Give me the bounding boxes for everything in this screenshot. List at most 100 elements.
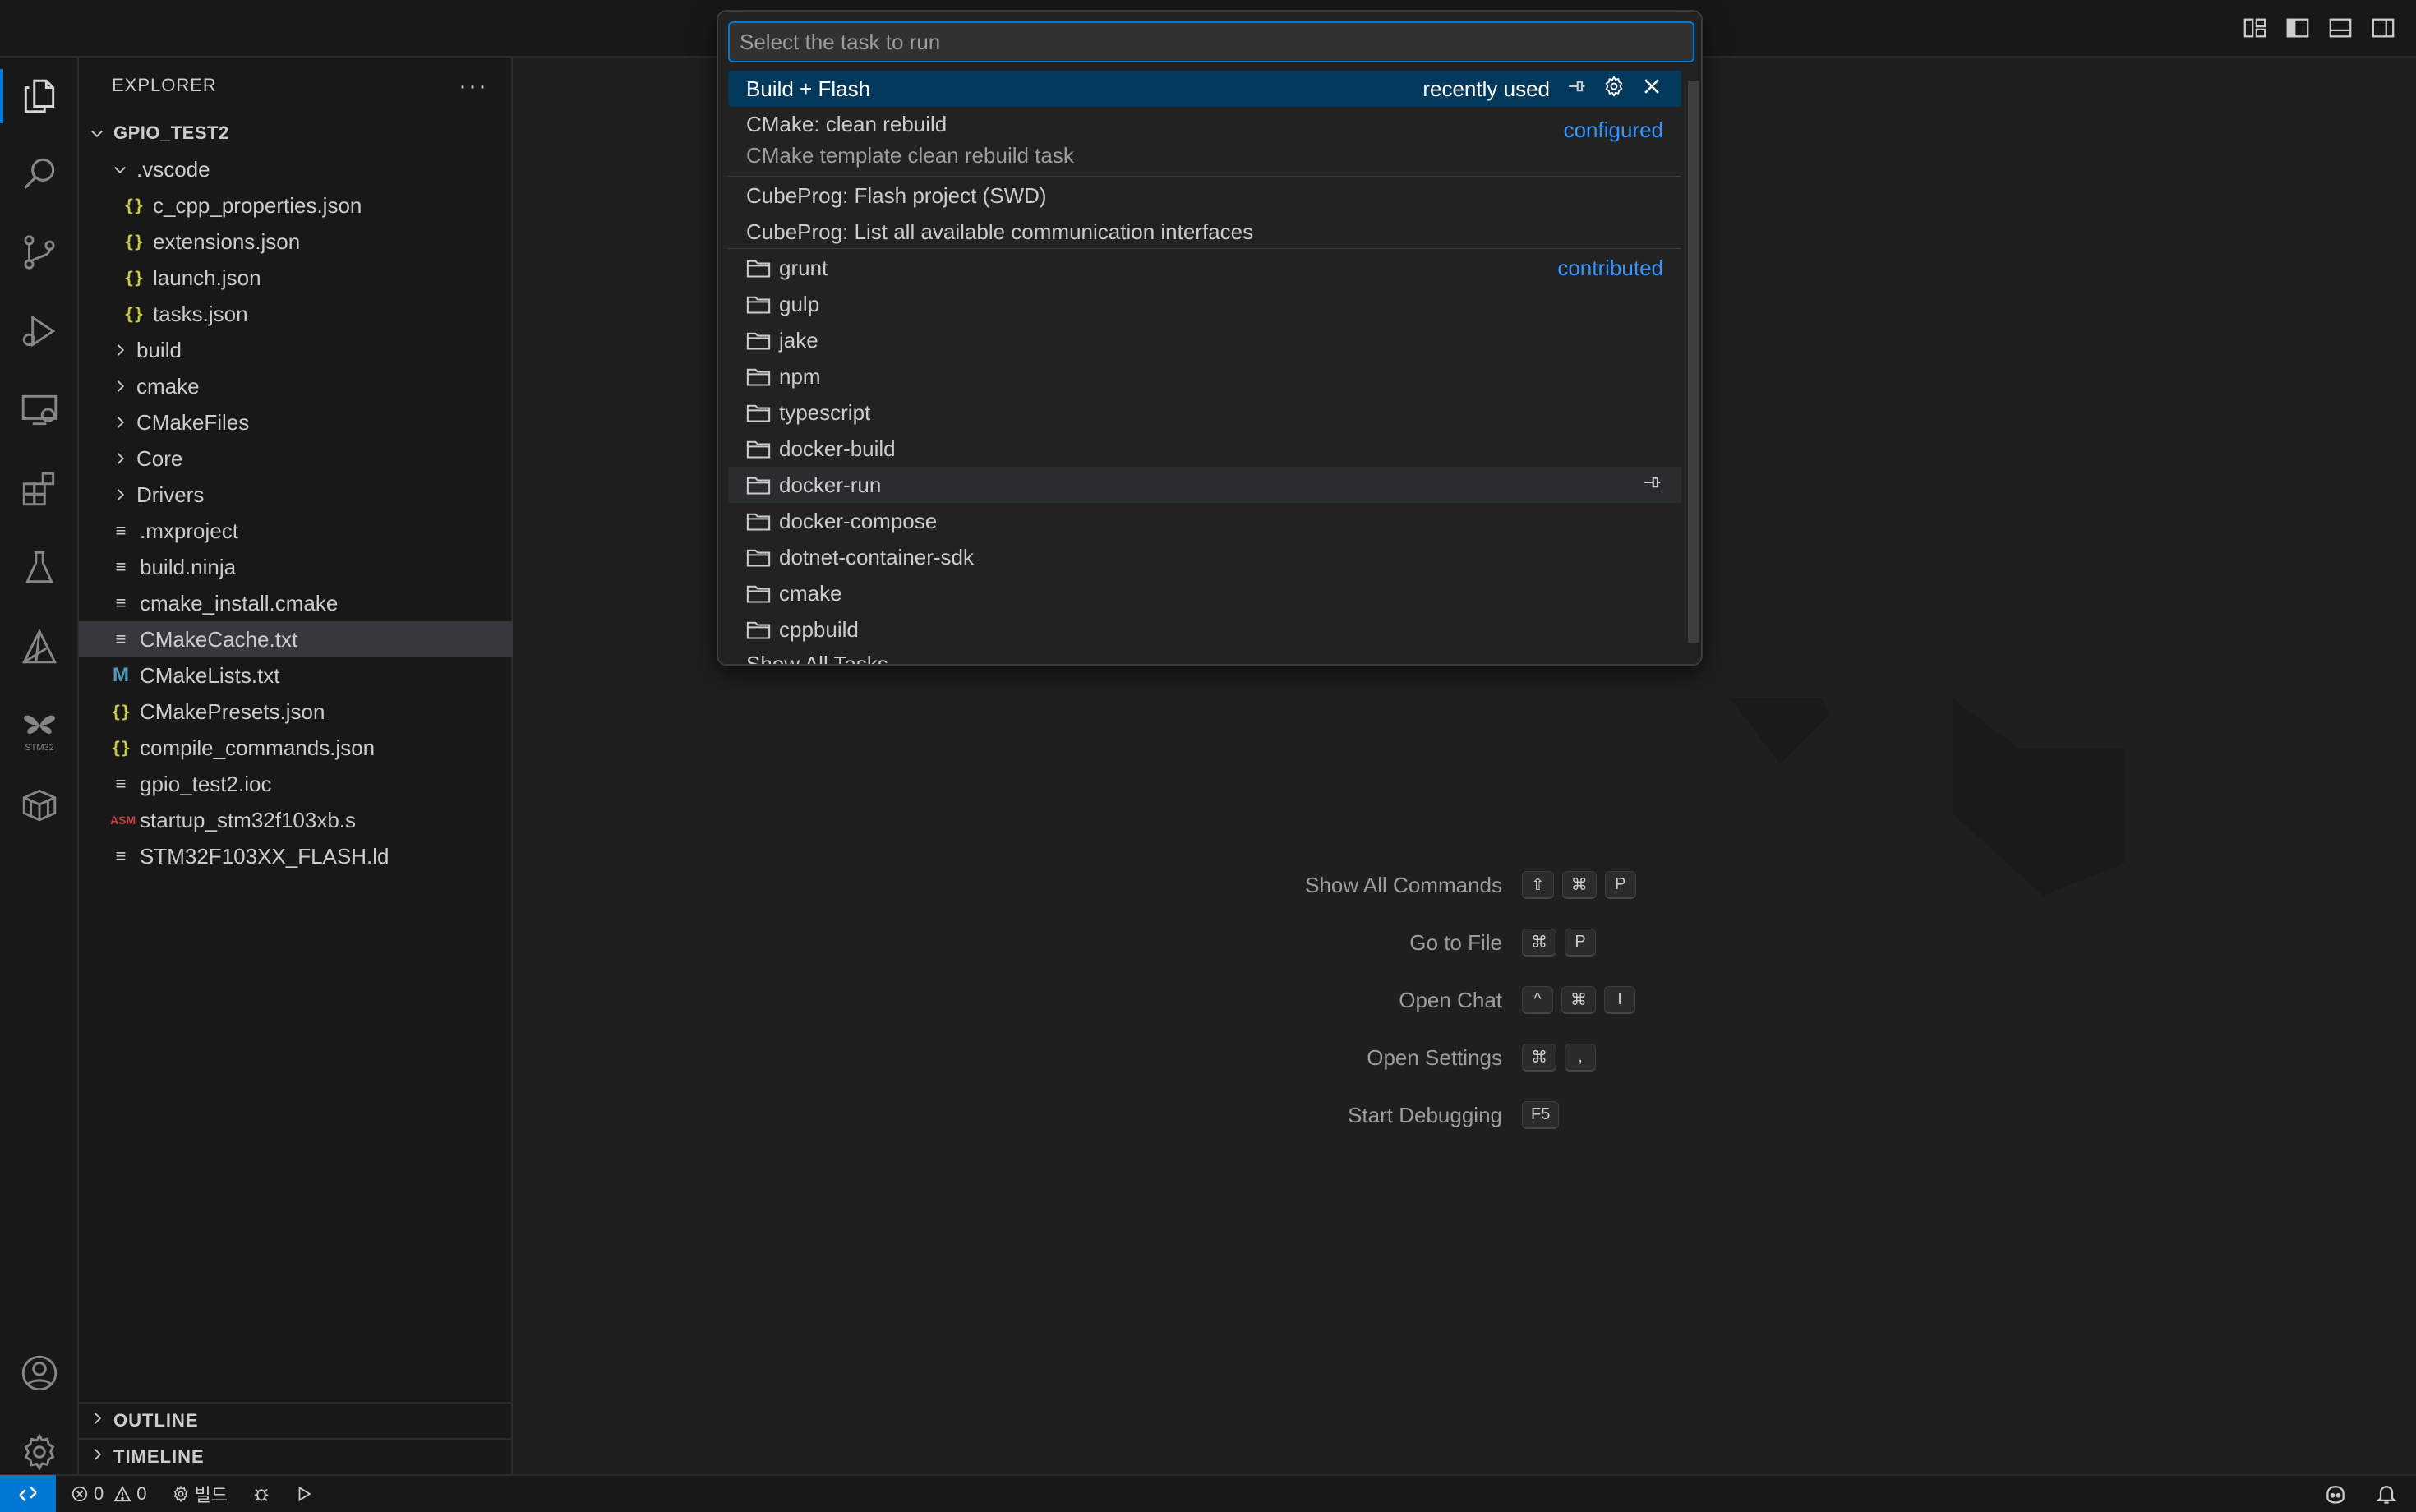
toggle-panel-icon[interactable]: [2326, 13, 2355, 43]
folder-icon: [746, 366, 771, 386]
tree-item[interactable]: {} CMakePresets.json: [79, 694, 513, 730]
tree-item[interactable]: {} compile_commands.json: [79, 730, 513, 766]
pin-icon[interactable]: [1565, 75, 1588, 104]
tree-item[interactable]: ≡ gpio_test2.ioc: [79, 766, 513, 802]
shortcut-keys: F5: [1522, 1101, 1560, 1129]
task-list-scrollbar[interactable]: [1688, 81, 1699, 643]
tree-item[interactable]: ≡ CMakeCache.txt: [79, 621, 513, 657]
task-item[interactable]: docker-run: [728, 467, 1681, 503]
stm32-icon[interactable]: STM32: [0, 689, 79, 763]
explorer-icon[interactable]: [0, 59, 79, 133]
shortcut-keys: ^ ⌘ I: [1522, 986, 1635, 1014]
shortcut-label: Start Debugging: [1348, 1102, 1502, 1127]
task-label: npm: [779, 363, 821, 389]
source-control-icon[interactable]: [0, 215, 79, 289]
task-search-input[interactable]: [728, 21, 1694, 62]
remote-indicator-icon[interactable]: [0, 1475, 56, 1512]
folder-icon: [746, 511, 771, 531]
debug-button[interactable]: [252, 1485, 270, 1503]
task-item[interactable]: gulp: [728, 286, 1681, 322]
tree-item[interactable]: Core: [79, 440, 513, 477]
task-item-actions: contributed: [1557, 250, 1663, 286]
tree-item[interactable]: ≡ cmake_install.cmake: [79, 585, 513, 621]
task-item[interactable]: grunt contributed: [728, 250, 1681, 286]
task-item[interactable]: Show All Tasks...: [728, 646, 1681, 665]
pin-icon[interactable]: [1640, 471, 1663, 500]
keycap: ⌘: [1561, 986, 1596, 1014]
task-item[interactable]: typescript: [728, 394, 1681, 431]
copilot-icon[interactable]: [2324, 1482, 2347, 1505]
run-button[interactable]: [295, 1485, 313, 1503]
task-item[interactable]: dotnet-container-sdk: [728, 539, 1681, 575]
gear-icon: [173, 1485, 187, 1503]
notifications-bell-icon[interactable]: [2375, 1482, 2398, 1505]
tree-item[interactable]: cmake: [79, 368, 513, 404]
build-label: 빌드: [194, 1485, 228, 1505]
cmake-icon[interactable]: [0, 610, 79, 684]
task-label: docker-build: [779, 436, 896, 461]
extensions-icon[interactable]: [0, 452, 79, 526]
folder-icon: [746, 330, 771, 350]
task-item[interactable]: CMake: clean rebuild CMake template clean…: [728, 108, 1681, 174]
more-actions-icon[interactable]: ···: [459, 72, 488, 100]
tree-item[interactable]: {} extensions.json: [79, 224, 513, 260]
accounts-icon[interactable]: [0, 1336, 79, 1410]
task-label: jake: [779, 327, 818, 353]
timeline-section[interactable]: TIMELINE: [79, 1438, 513, 1474]
tree-item-label: .mxproject: [140, 518, 238, 543]
tree-item-label: CMakeFiles: [136, 409, 250, 435]
bug-icon: [254, 1488, 269, 1501]
remote-explorer-icon[interactable]: [0, 373, 79, 447]
task-item[interactable]: cppbuild: [728, 611, 1681, 648]
shortcut-label: Open Chat: [1399, 987, 1502, 1012]
tree-item[interactable]: ≡ build.ninja: [79, 549, 513, 585]
shortcut-hint: Open Chat ^ ⌘ I: [1239, 986, 1635, 1014]
workspace-root[interactable]: GPIO_TEST2: [79, 115, 513, 151]
outline-section[interactable]: OUTLINE: [79, 1402, 513, 1438]
tree-item[interactable]: build: [79, 332, 513, 368]
folder-icon: [746, 583, 771, 603]
task-item[interactable]: npm: [728, 358, 1681, 394]
json-file-icon: {}: [110, 738, 131, 758]
task-item[interactable]: jake: [728, 322, 1681, 358]
task-item[interactable]: docker-compose: [728, 503, 1681, 539]
remove-recent-close-icon[interactable]: [1640, 75, 1663, 104]
testing-icon[interactable]: [0, 531, 79, 605]
folder-icon: [746, 475, 771, 495]
toggle-primary-sidebar-icon[interactable]: [2283, 13, 2312, 43]
configure-task-gear-icon[interactable]: [1602, 75, 1625, 104]
task-item[interactable]: docker-build: [728, 431, 1681, 467]
tree-item[interactable]: {} c_cpp_properties.json: [79, 187, 513, 224]
tree-item[interactable]: ≡ .mxproject: [79, 513, 513, 549]
task-description: CMake template clean rebuild task: [746, 143, 1074, 168]
task-item[interactable]: CubeProg: Flash project (SWD): [728, 177, 1681, 214]
build-button[interactable]: 빌드: [172, 1481, 228, 1507]
error-count: 0: [94, 1483, 104, 1504]
customize-layout-icon[interactable]: [2240, 13, 2270, 43]
json-file-icon: {}: [110, 702, 131, 721]
json-file-icon: {}: [123, 304, 145, 324]
chevron-down-icon: [110, 159, 130, 179]
search-icon[interactable]: [0, 136, 79, 210]
task-item[interactable]: CubeProg: List all available communicati…: [728, 214, 1681, 250]
tree-item-label: launch.json: [153, 265, 261, 290]
tree-item[interactable]: CMakeFiles: [79, 404, 513, 440]
tree-item[interactable]: Drivers: [79, 477, 513, 513]
run-debug-icon[interactable]: [0, 294, 79, 368]
containers-icon[interactable]: [0, 768, 79, 841]
task-group-separator: [728, 176, 1681, 177]
tree-item[interactable]: .vscode: [79, 151, 513, 187]
text-file-icon: ≡: [115, 556, 127, 577]
task-item[interactable]: cmake: [728, 575, 1681, 611]
task-group-tag: recently used: [1422, 76, 1550, 101]
toggle-secondary-sidebar-icon[interactable]: [2368, 13, 2398, 43]
folder-icon: [746, 403, 771, 422]
tree-item[interactable]: {} launch.json: [79, 260, 513, 296]
tree-item[interactable]: ≡ STM32F103XX_FLASH.ld: [79, 838, 513, 874]
tree-item[interactable]: M CMakeLists.txt: [79, 657, 513, 694]
task-item[interactable]: Build + Flash recently used: [728, 71, 1681, 107]
folder-icon: [746, 439, 771, 459]
tree-item[interactable]: ASM startup_stm32f103xb.s: [79, 802, 513, 838]
problems-indicator[interactable]: 0 0: [71, 1483, 147, 1505]
tree-item[interactable]: {} tasks.json: [79, 296, 513, 332]
